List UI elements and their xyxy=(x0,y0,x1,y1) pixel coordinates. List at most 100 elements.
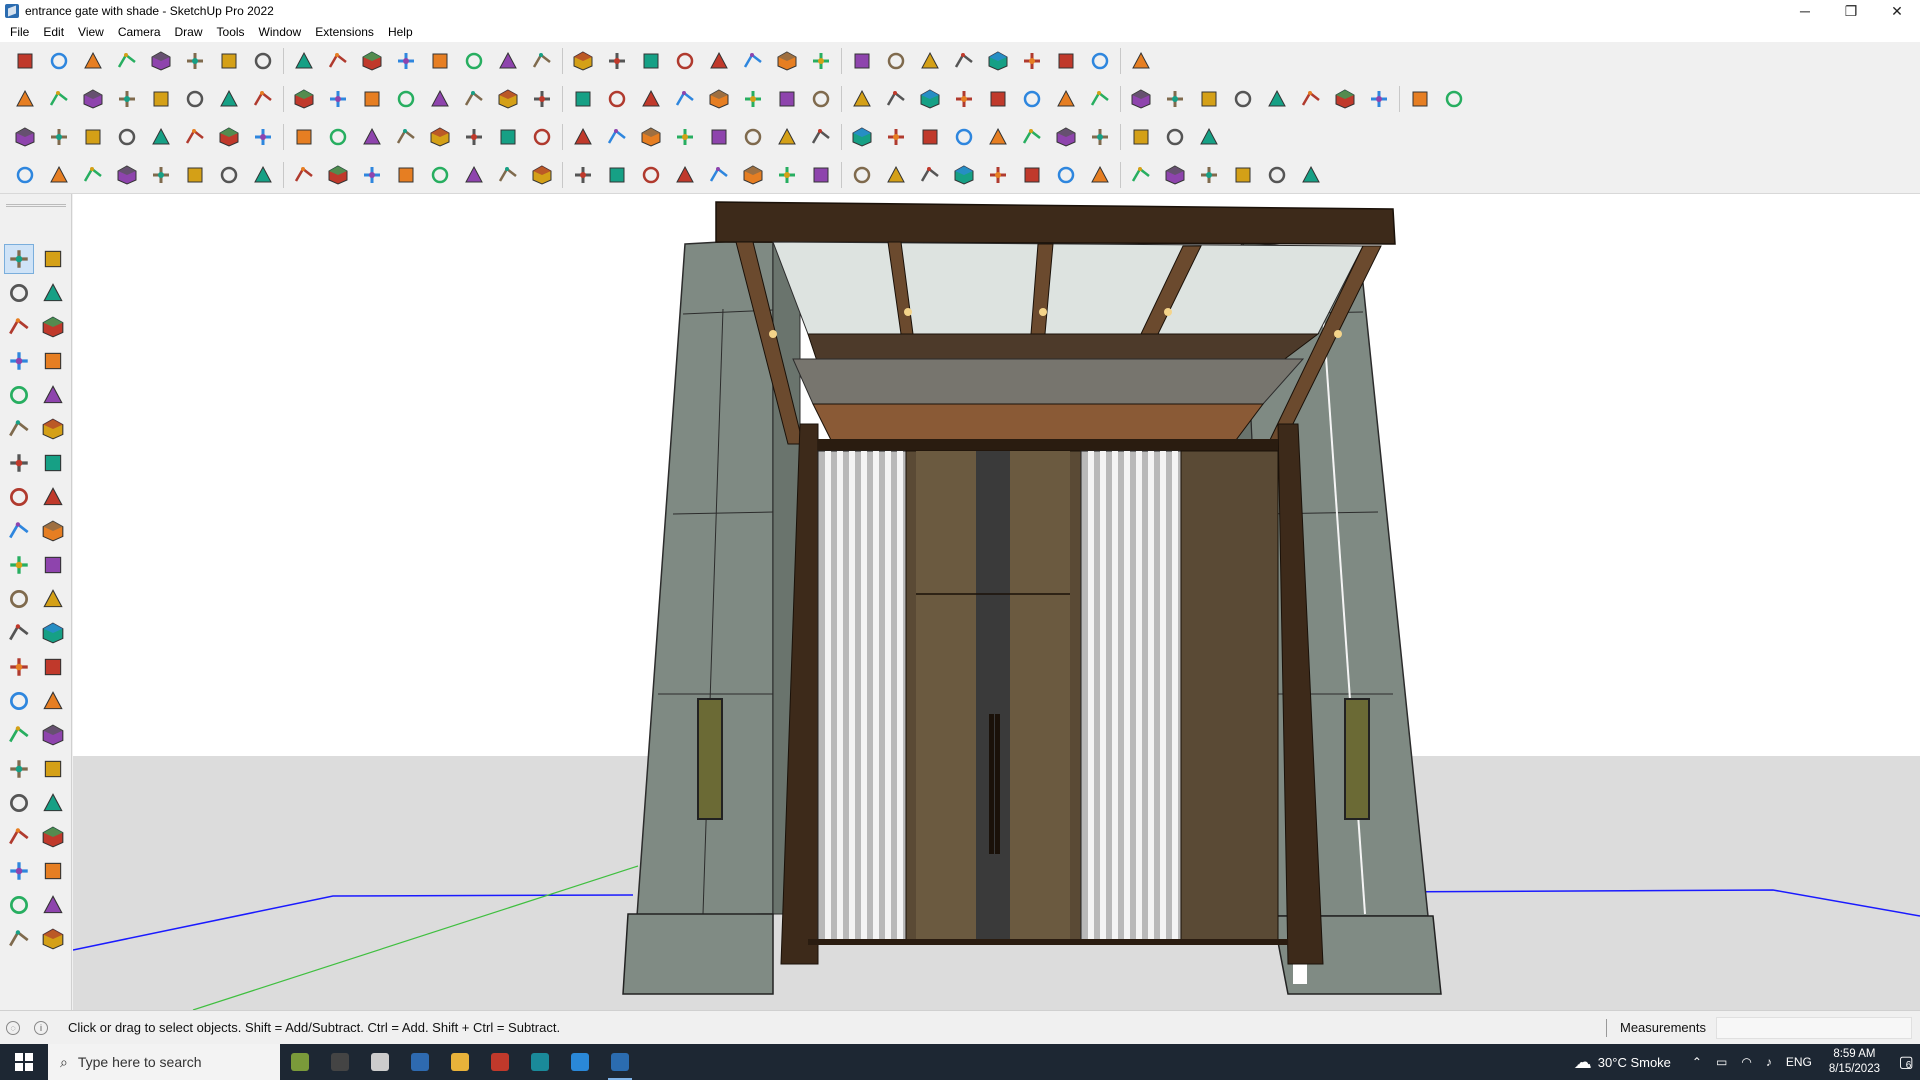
chain-icon[interactable] xyxy=(325,123,351,151)
menu-view[interactable]: View xyxy=(71,22,111,42)
menu-extensions[interactable]: Extensions xyxy=(308,22,381,42)
display-section-planes-icon[interactable] xyxy=(672,47,698,75)
ruler-icon[interactable] xyxy=(883,85,909,113)
zoom-window-icon[interactable] xyxy=(38,754,68,784)
layers-icon[interactable] xyxy=(883,47,909,75)
polygon-tool-icon[interactable] xyxy=(38,414,68,444)
rectangle-icon[interactable] xyxy=(182,47,208,75)
extrude-icon[interactable] xyxy=(1298,85,1324,113)
scissors-icon[interactable] xyxy=(774,161,800,189)
orange-axis-icon[interactable] xyxy=(325,85,351,113)
clock[interactable]: 8:59 AM 8/15/2023 xyxy=(1829,1047,1880,1077)
window-icon[interactable] xyxy=(740,85,766,113)
drape-icon[interactable] xyxy=(1407,85,1433,113)
xray-icon[interactable] xyxy=(427,85,453,113)
arch-icon[interactable] xyxy=(985,161,1011,189)
tree-icon[interactable] xyxy=(849,123,875,151)
xray-tool-icon[interactable] xyxy=(38,924,68,954)
file-explorer-icon[interactable] xyxy=(440,1044,480,1080)
measurements-input[interactable] xyxy=(1716,1017,1912,1039)
cube-icon[interactable] xyxy=(917,123,943,151)
gear-sketch-icon[interactable] xyxy=(1162,161,1188,189)
frame-icon[interactable] xyxy=(1019,123,1045,151)
rotated-rect-tool-icon[interactable] xyxy=(38,380,68,410)
stamp-icon[interactable] xyxy=(1366,85,1392,113)
paint-icon[interactable] xyxy=(672,123,698,151)
arc-3pt-tool-icon[interactable] xyxy=(4,482,34,512)
union-icon[interactable] xyxy=(114,85,140,113)
rotate-tool-icon[interactable] xyxy=(4,550,34,580)
geo-location-icon[interactable]: ◌ xyxy=(6,1020,20,1035)
protractor-tool-icon[interactable] xyxy=(4,652,34,682)
polygon-icon[interactable] xyxy=(985,85,1011,113)
sketchup-app-icon[interactable] xyxy=(5,4,19,18)
x-axis-icon[interactable] xyxy=(148,85,174,113)
iso-view-icon[interactable] xyxy=(12,85,38,113)
arrow-icon[interactable] xyxy=(672,161,698,189)
followme-tool-icon[interactable] xyxy=(38,550,68,580)
weave-icon[interactable] xyxy=(1019,161,1045,189)
edge-icon[interactable] xyxy=(560,1044,600,1080)
spline-icon[interactable] xyxy=(1087,85,1113,113)
info-icon[interactable]: i xyxy=(34,1020,48,1035)
arc-icon[interactable] xyxy=(148,47,174,75)
textured-icon[interactable] xyxy=(604,85,630,113)
scale-icon[interactable] xyxy=(359,47,385,75)
top-view-icon[interactable] xyxy=(46,85,72,113)
sketchup-icon[interactable] xyxy=(600,1044,640,1080)
columns-icon[interactable] xyxy=(529,161,555,189)
notification-center[interactable]: ▢ 6 xyxy=(1890,1044,1920,1080)
help-icon[interactable] xyxy=(1128,47,1154,75)
arc-2pt-tool-icon[interactable] xyxy=(38,448,68,478)
page-icon[interactable] xyxy=(250,123,276,151)
pan-view-icon[interactable] xyxy=(38,720,68,750)
zoom-extents-view-icon[interactable] xyxy=(4,788,34,818)
push-pull-icon[interactable] xyxy=(216,47,242,75)
palette-grip[interactable] xyxy=(6,204,66,207)
language-indicator[interactable]: ENG xyxy=(1786,1055,1812,1069)
volume-icon[interactable]: ♪ xyxy=(1766,1055,1772,1069)
sort-down-icon[interactable] xyxy=(951,47,977,75)
protractor-icon[interactable] xyxy=(1019,47,1045,75)
red-car-icon[interactable] xyxy=(80,161,106,189)
stair-icon[interactable] xyxy=(740,161,766,189)
menu-help[interactable]: Help xyxy=(381,22,420,42)
eraser-icon[interactable] xyxy=(80,47,106,75)
lens-icon[interactable] xyxy=(148,161,174,189)
sort-up-icon[interactable] xyxy=(917,47,943,75)
move-cross-icon[interactable] xyxy=(740,123,766,151)
line-tool-icon[interactable] xyxy=(4,346,34,376)
mesh-icon[interactable] xyxy=(1053,161,1079,189)
rake-icon[interactable] xyxy=(849,161,875,189)
walk-icon[interactable] xyxy=(4,856,34,886)
house-icon[interactable] xyxy=(672,85,698,113)
rectangle-tool-icon[interactable] xyxy=(4,380,34,410)
star-icon[interactable] xyxy=(951,123,977,151)
zoom-icon[interactable] xyxy=(12,47,38,75)
box-icon[interactable] xyxy=(774,123,800,151)
scale-tool-icon[interactable] xyxy=(4,584,34,614)
tile-icon[interactable] xyxy=(1196,123,1222,151)
menu-draw[interactable]: Draw xyxy=(168,22,210,42)
wireframe-icon[interactable] xyxy=(495,85,521,113)
roof-icon[interactable] xyxy=(774,85,800,113)
list-icon[interactable] xyxy=(216,123,242,151)
text-label-icon[interactable] xyxy=(114,123,140,151)
task-view-icon[interactable] xyxy=(360,1044,400,1080)
monochrome-icon[interactable] xyxy=(638,85,664,113)
shell-icon[interactable] xyxy=(1332,85,1358,113)
swirl-icon[interactable] xyxy=(706,123,732,151)
select-tool-icon[interactable] xyxy=(4,244,34,274)
fillet-icon[interactable] xyxy=(1196,85,1222,113)
rotate-icon[interactable] xyxy=(325,47,351,75)
fence-icon[interactable] xyxy=(570,161,596,189)
y-axis-icon[interactable] xyxy=(182,85,208,113)
gear-sketch-2-icon[interactable] xyxy=(1196,161,1222,189)
tag-tool-icon[interactable] xyxy=(38,312,68,342)
minecraft-icon[interactable] xyxy=(280,1044,320,1080)
curve-tool-icon[interactable] xyxy=(46,161,72,189)
hide-icon[interactable] xyxy=(393,85,419,113)
stack-icon[interactable] xyxy=(706,161,732,189)
red-axis-icon[interactable] xyxy=(216,85,242,113)
wave-icon[interactable] xyxy=(1264,161,1290,189)
